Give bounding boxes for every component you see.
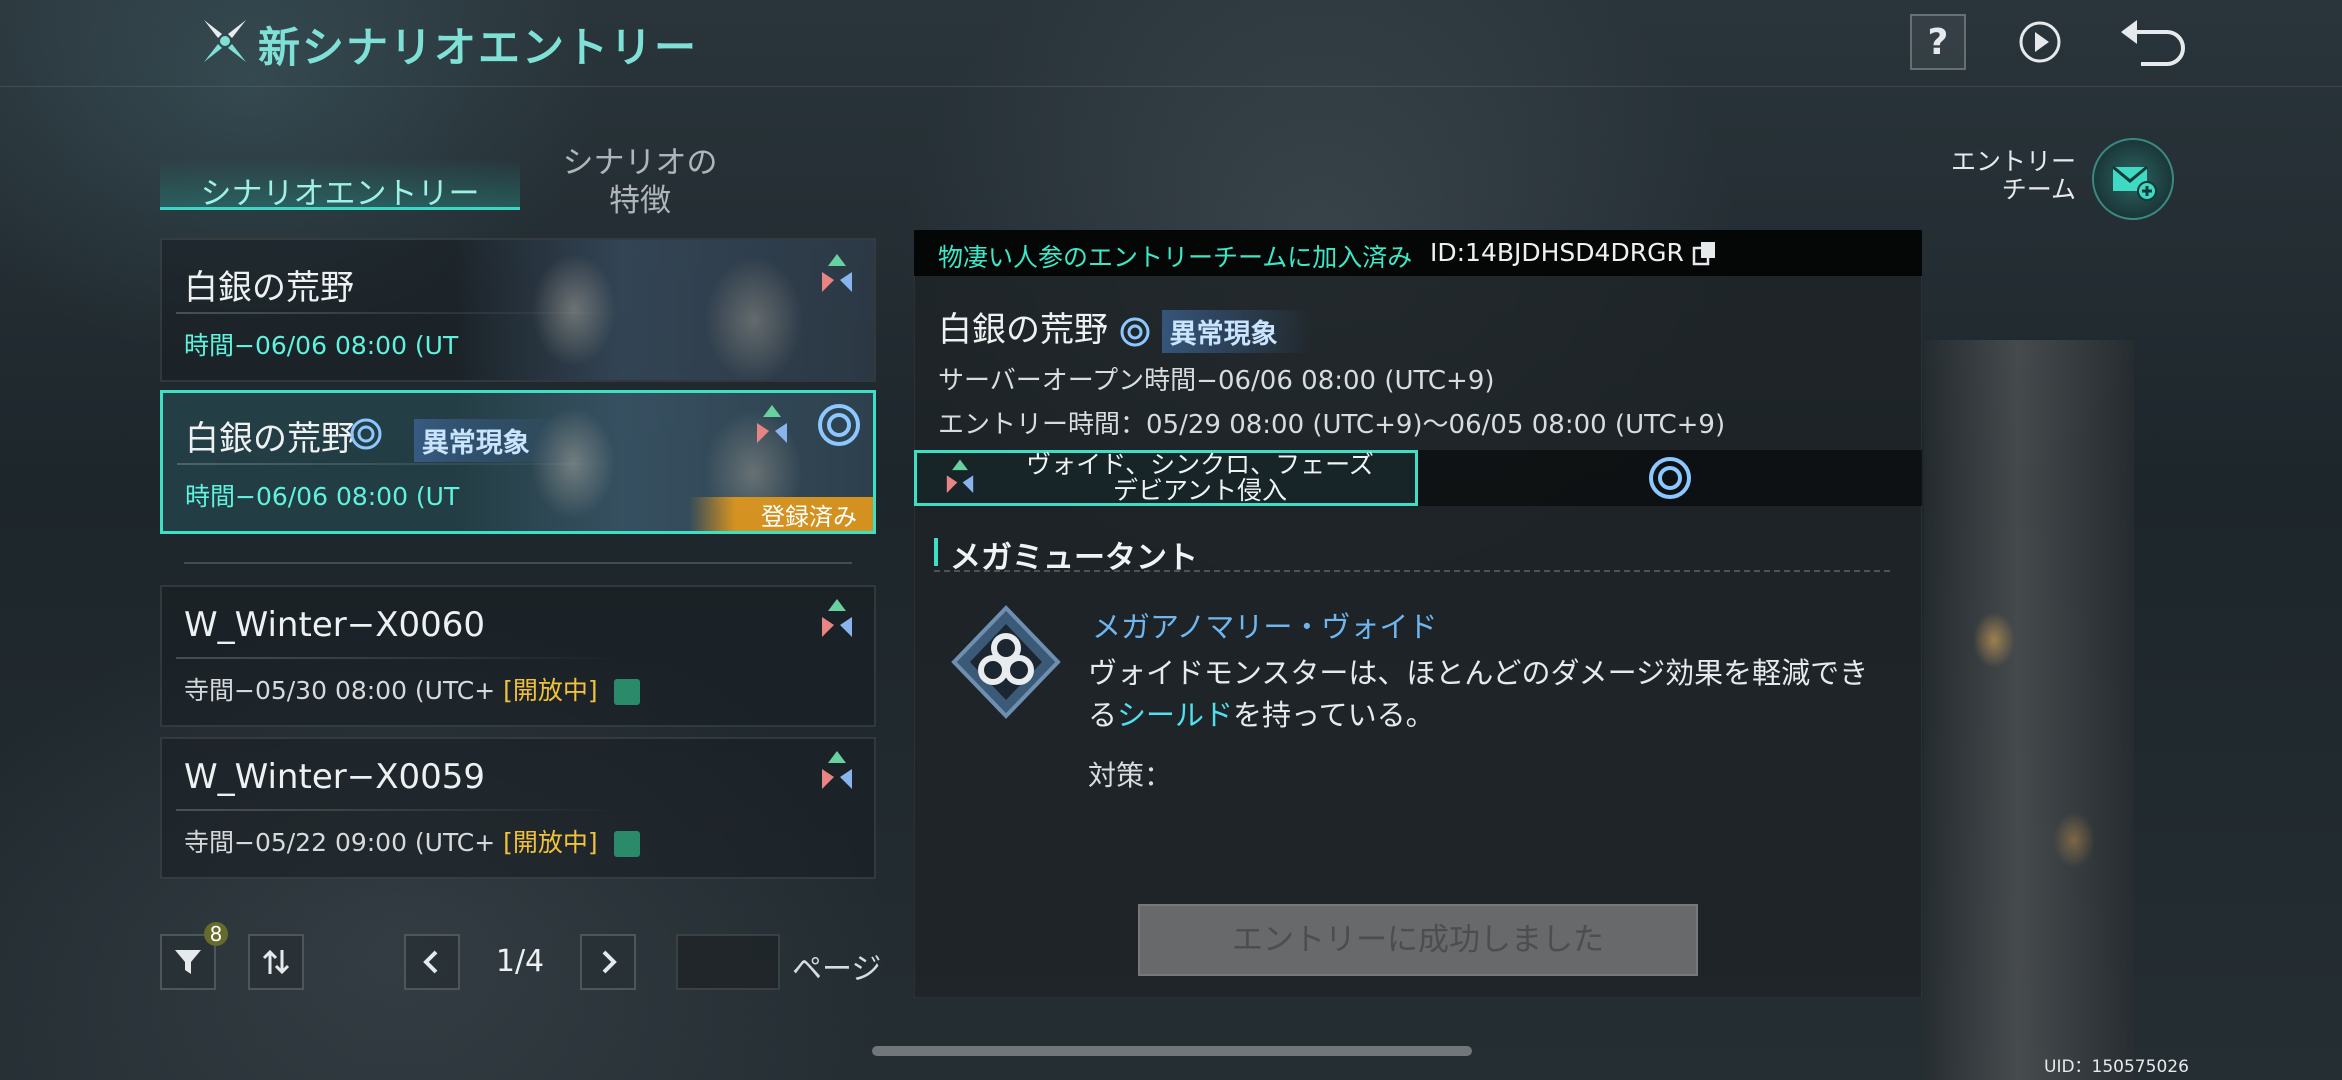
server-open-time: サーバーオープン時間−06/06 08:00 (UTC+9) — [938, 366, 1495, 396]
team-joined-text: 物凄い人参のエントリーチームに加入済み — [938, 243, 1413, 272]
filter-count-badge: 8 — [204, 922, 228, 946]
scenario-banner-art — [454, 240, 874, 380]
card-rule — [176, 657, 626, 659]
scenario-name-text: 白銀の荒野 — [185, 419, 355, 459]
scenario-card[interactable]: 白銀の荒野 時間−06/06 08:00 (UT — [160, 238, 876, 382]
tab-features-label: シナリオの 特徴 — [562, 145, 718, 219]
scenario-card[interactable]: W_Winter−X0060 寺間−05/30 08:00 (UTC+ [開放中… — [160, 585, 876, 727]
scenario-card-selected[interactable]: 白銀の荒野 異常現象 時間−06/06 08:00 (UT 登録済み — [160, 390, 876, 534]
ability-name: メガアノマリー・ヴォイド — [1092, 610, 1438, 644]
scenario-name: W_Winter−X0060 — [184, 605, 486, 645]
card-rule — [176, 312, 626, 314]
scenario-time: 時間−06/06 08:00 (UT — [185, 482, 460, 511]
trait-triad-icon — [822, 751, 852, 789]
sort-icon — [262, 949, 290, 975]
tab-scenario-entry[interactable]: シナリオエントリー — [160, 158, 520, 212]
mail-add-icon — [2112, 165, 2157, 201]
trait-triad-icon — [946, 459, 974, 493]
anomaly-badge: 異常現象 — [1161, 310, 1314, 353]
detail-name-text: 白銀の荒野 — [938, 310, 1108, 350]
trait-line-1: ヴォイド、シンクロ、フェーズ — [1026, 450, 1374, 479]
trait-line-2: デビアント侵入 — [1112, 476, 1287, 505]
registered-badge: 登録済み — [689, 497, 873, 531]
page-number-input[interactable] — [676, 934, 780, 990]
scenario-time: 寺間−05/22 09:00 (UTC+ [開放中] — [184, 823, 640, 859]
scenario-name: 白銀の荒野 — [184, 268, 354, 308]
entry-team-button[interactable] — [2092, 138, 2174, 220]
play-icon — [2019, 21, 2061, 63]
open-status: [開放中] — [503, 676, 598, 705]
team-member-icon — [613, 679, 640, 705]
card-rule — [176, 809, 626, 811]
sort-button[interactable] — [248, 934, 304, 990]
background-building-art — [1924, 340, 2134, 1080]
detail-scenario-name: 白銀の荒野 異常現象 — [938, 302, 1314, 353]
next-page-button[interactable] — [580, 934, 636, 990]
trait-triad-icon — [822, 599, 852, 637]
scenario-time-text: 寺間−05/30 08:00 (UTC+ — [184, 676, 496, 705]
back-button[interactable] — [2118, 14, 2190, 70]
copy-icon[interactable] — [1692, 240, 1718, 266]
scenario-time-text: 寺間−05/22 09:00 (UTC+ — [184, 828, 496, 857]
anomaly-badge: 異常現象 — [413, 419, 566, 462]
entry-team-label: エントリー チーム — [1950, 147, 2076, 204]
chevron-right-icon — [602, 950, 617, 974]
trait-triad-icon — [757, 405, 787, 443]
ability-desc-after: を持っている。 — [1233, 698, 1435, 732]
shield-term-link[interactable]: シールド — [1117, 698, 1233, 732]
help-button[interactable]: ? — [1910, 14, 1966, 70]
section-accent — [934, 538, 938, 566]
card-rule — [177, 463, 627, 465]
page-title: 新シナリオエントリー — [258, 23, 699, 72]
list-divider — [184, 562, 852, 564]
header-divider — [0, 86, 2342, 87]
scenario-time: 時間−06/06 08:00 (UT — [184, 331, 459, 360]
page-label: ページ — [792, 952, 882, 987]
back-arrow-icon — [2121, 20, 2185, 66]
trait-triad-icon — [822, 254, 852, 292]
scenario-time: 寺間−05/30 08:00 (UTC+ [開放中] — [184, 671, 640, 707]
countermeasure-label: 対策： — [1088, 759, 1173, 792]
prev-page-button[interactable] — [404, 934, 460, 990]
filter-icon — [175, 950, 201, 974]
trait-tab-label: ヴォイド、シンクロ、フェーズ デビアント侵入 — [980, 452, 1420, 504]
entry-success-button[interactable]: エントリーに成功しました — [1138, 904, 1698, 976]
void-emblem-icon — [951, 605, 1061, 719]
scenario-card[interactable]: W_Winter−X0059 寺間−05/22 09:00 (UTC+ [開放中… — [160, 737, 876, 879]
anomaly-swirl-icon — [350, 418, 382, 450]
user-id: UID：150575026 — [2044, 1057, 2189, 1077]
anomaly-swirl-icon — [818, 404, 860, 446]
scenario-name: 白銀の荒野 異常現象 — [185, 411, 566, 462]
anomaly-swirl-icon[interactable] — [1646, 454, 1694, 502]
team-member-icon — [613, 831, 640, 857]
ability-description: ヴォイドモンスターは、ほとんどのダメージ効果を軽減できるシールドを持っている。 — [1088, 652, 1888, 736]
home-indicator[interactable] — [872, 1046, 1472, 1056]
team-id: ID:14BJDHSD4DRGR — [1430, 238, 1684, 267]
page-indicator: 1/4 — [495, 944, 545, 979]
play-button[interactable] — [2012, 14, 2068, 70]
anomaly-swirl-icon — [1120, 317, 1150, 346]
scenario-logo-icon — [204, 20, 246, 62]
chevron-left-icon — [423, 950, 438, 974]
entry-time: エントリー時間：05/29 08:00 (UTC+9)〜06/05 08:00 … — [938, 410, 1726, 440]
tab-scenario-features[interactable]: シナリオの 特徴 — [540, 144, 740, 220]
scenario-name: W_Winter−X0059 — [184, 757, 486, 797]
open-status: [開放中] — [503, 828, 598, 857]
section-divider — [934, 570, 1890, 572]
